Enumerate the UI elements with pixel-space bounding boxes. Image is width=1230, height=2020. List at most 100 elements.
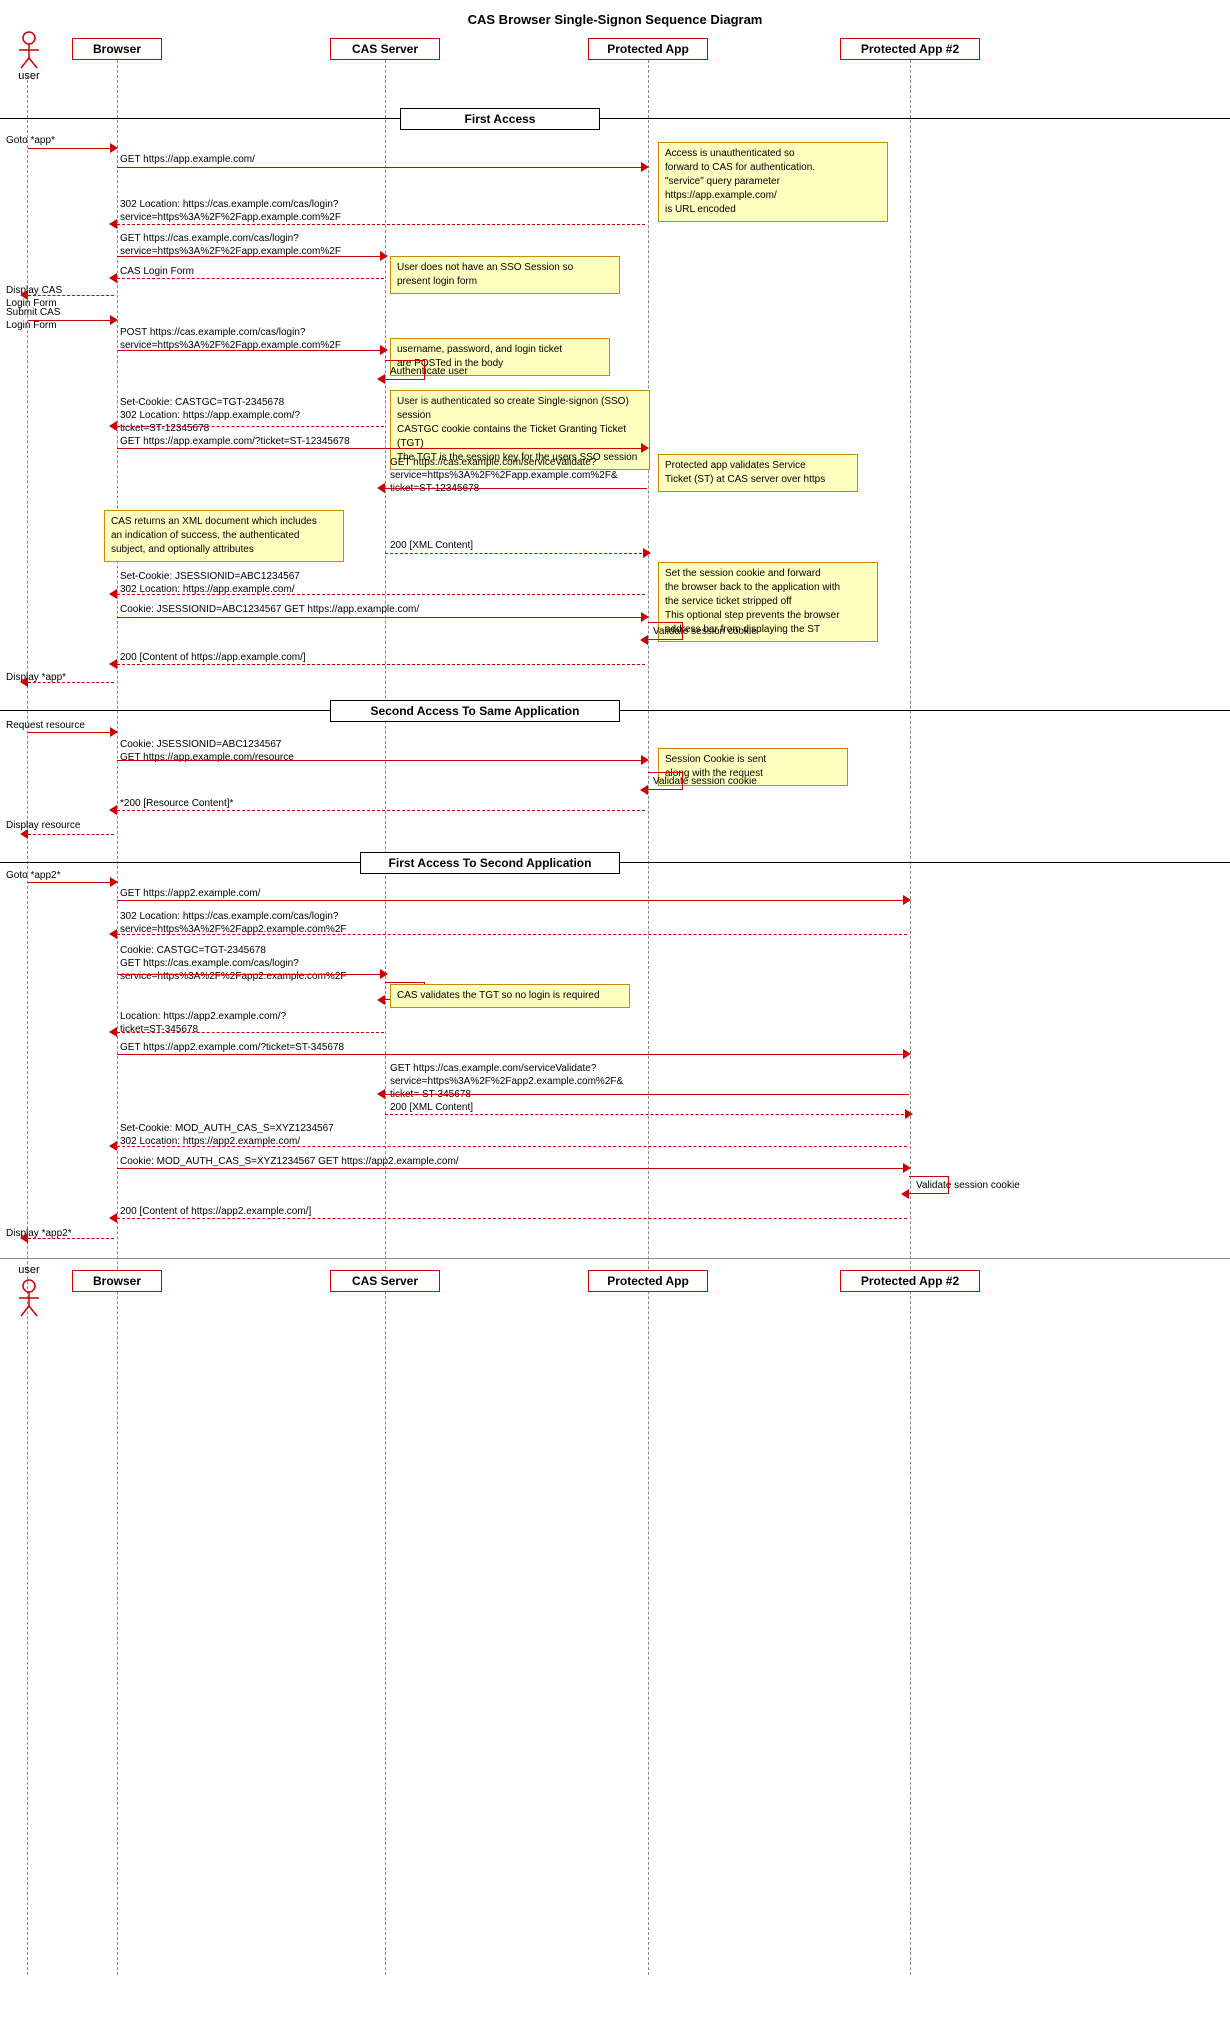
label-request-resource: Request resource <box>6 720 85 731</box>
self-arrow-validate-app2 <box>909 1176 949 1194</box>
arrow-set-cookie-castgc <box>117 426 384 427</box>
diagram-container: CAS Browser Single-Signon Sequence Diagr… <box>0 0 1230 1980</box>
label-get-app-ticket: GET https://app.example.com/?ticket=ST-1… <box>120 436 350 447</box>
label-set-cookie-mod-auth: Set-Cookie: MOD_AUTH_CAS_S=XYZ1234567302… <box>120 1122 334 1148</box>
arrow-cas-login-form <box>117 278 384 279</box>
arrowhead-display-app <box>20 677 28 687</box>
label-post-cas-login: POST https://cas.example.com/cas/login?s… <box>120 326 341 352</box>
arrow-cookie-resource <box>117 760 645 761</box>
actor-user-bottom: user <box>4 1264 54 1318</box>
section2-line-right <box>620 710 1230 711</box>
section3-line-left <box>0 862 360 863</box>
arrow-200-content-app2 <box>117 1218 907 1219</box>
label-submit-cas-login: Submit CASLogin Form <box>6 306 60 332</box>
arrowhead-get-cas-login <box>380 251 388 261</box>
arrow-set-cookie-mod-auth <box>117 1146 907 1147</box>
arrowhead-request-resource <box>110 727 118 737</box>
section1-line-left <box>0 118 400 119</box>
arrowhead-service-validate-app2 <box>377 1089 385 1099</box>
arrowhead-display-resource <box>20 829 28 839</box>
arrow-cookie-jsession-get <box>117 617 645 618</box>
label-goto-app: Goto *app* <box>6 135 55 146</box>
arrowhead-get-app2-ticket <box>903 1049 911 1059</box>
label-200-resource: *200 [Resource Content]* <box>120 798 233 809</box>
note-tgt-valid: CAS validates the TGT so no login is req… <box>390 984 630 1008</box>
arrow-200-content-app <box>117 664 645 665</box>
arrow-display-app2 <box>28 1238 114 1239</box>
arrowhead-200-xml-app2 <box>905 1109 913 1119</box>
bottom-line <box>0 1258 1230 1259</box>
arrowhead-cas-login-form <box>109 273 117 283</box>
section1-line-right <box>600 118 1230 119</box>
app-header-bottom: Protected App <box>588 1270 708 1292</box>
arrowhead-validate-app2-self <box>901 1189 909 1199</box>
arrowhead-validate-session-self <box>640 635 648 645</box>
section1-header: First Access <box>400 108 600 130</box>
arrowhead-200-resource <box>109 805 117 815</box>
arrowhead-302-app2 <box>109 929 117 939</box>
arrow-request-resource <box>28 732 114 733</box>
arrow-display-app <box>28 682 114 683</box>
arrowhead-auth-self <box>377 374 385 384</box>
label-200-content-app2: 200 [Content of https://app2.example.com… <box>120 1206 311 1217</box>
arrowhead-goto-app <box>110 143 118 153</box>
arrow-goto-app2 <box>28 882 114 883</box>
label-cookie-mod-get: Cookie: MOD_AUTH_CAS_S=XYZ1234567 GET ht… <box>120 1156 459 1167</box>
arrow-display-resource <box>28 834 114 835</box>
arrow-cookie-castgc-app2 <box>117 974 384 975</box>
arrowhead-get-app-ticket <box>641 443 649 453</box>
actor-user-bottom-label: user <box>4 1264 54 1276</box>
arrow-200-xml-app2 <box>385 1114 909 1115</box>
arrow-get-app-ticket <box>117 448 645 449</box>
lifeline-user <box>27 75 28 1975</box>
lifeline-browser <box>117 60 118 1975</box>
arrowhead-get-app <box>641 162 649 172</box>
label-cookie-jsession-get: Cookie: JSESSIONID=ABC1234567 GET https:… <box>120 604 419 615</box>
arrow-200-resource <box>117 810 645 811</box>
arrowhead-cookie-castgc-app2 <box>380 969 388 979</box>
arrowhead-200-xml <box>643 548 651 558</box>
arrowhead-goto-app2 <box>110 877 118 887</box>
self-arrow-validate-session2 <box>648 772 683 790</box>
arrowhead-cookie-resource <box>641 755 649 765</box>
actor-user-top-label: user <box>4 70 54 82</box>
arrow-302-app2 <box>117 934 907 935</box>
arrowhead-set-jsession <box>109 589 117 599</box>
arrowhead-submit-cas-login <box>110 315 118 325</box>
arrowhead-display-app2 <box>20 1233 28 1243</box>
label-cookie-castgc-app2: Cookie: CASTGC=TGT-2345678GET https://ca… <box>120 944 347 983</box>
page-title: CAS Browser Single-Signon Sequence Diagr… <box>0 4 1230 31</box>
arrow-get-cas-login <box>117 256 384 257</box>
arrow-get-app2 <box>117 900 907 901</box>
self-arrow-validate-session <box>648 622 683 640</box>
arrow-location-app2-ticket <box>117 1032 384 1033</box>
arrow-submit-cas-login <box>28 320 114 321</box>
label-get-app2: GET https://app2.example.com/ <box>120 888 260 899</box>
arrowhead-display-cas-login <box>20 290 28 300</box>
lifeline-app <box>648 60 649 1975</box>
arrowhead-post-cas-login <box>380 345 388 355</box>
note-no-sso: User does not have an SSO Session sopres… <box>390 256 620 294</box>
section2-header: Second Access To Same Application <box>330 700 620 722</box>
label-display-resource: Display resource <box>6 820 80 831</box>
arrowhead-200-content-app <box>109 659 117 669</box>
label-service-validate: GET https://cas.example.com/serviceValid… <box>390 456 618 495</box>
arrowhead-service-validate <box>377 483 385 493</box>
arrow-service-validate <box>385 488 647 489</box>
arrow-get-app <box>117 167 645 168</box>
note-cas-xml: CAS returns an XML document which includ… <box>104 510 344 562</box>
arrow-cookie-mod-get <box>117 1168 907 1169</box>
label-goto-app2: Goto *app2* <box>6 870 61 881</box>
arrowhead-validate-session2-self <box>640 785 648 795</box>
section3-line-right <box>620 862 1230 863</box>
arrowhead-get-app2 <box>903 895 911 905</box>
browser-header-bottom: Browser <box>72 1270 162 1292</box>
arrowhead-200-content-app2 <box>109 1213 117 1223</box>
label-cas-login-form: CAS Login Form <box>120 266 194 277</box>
arrow-post-cas-login <box>117 350 384 351</box>
label-200-xml: 200 [XML Content] <box>390 540 473 551</box>
browser-header-top: Browser <box>72 38 162 60</box>
label-get-app: GET https://app.example.com/ <box>120 154 255 165</box>
self-arrow-auth <box>385 360 425 380</box>
label-get-cas-login: GET https://cas.example.com/cas/login?se… <box>120 232 341 258</box>
